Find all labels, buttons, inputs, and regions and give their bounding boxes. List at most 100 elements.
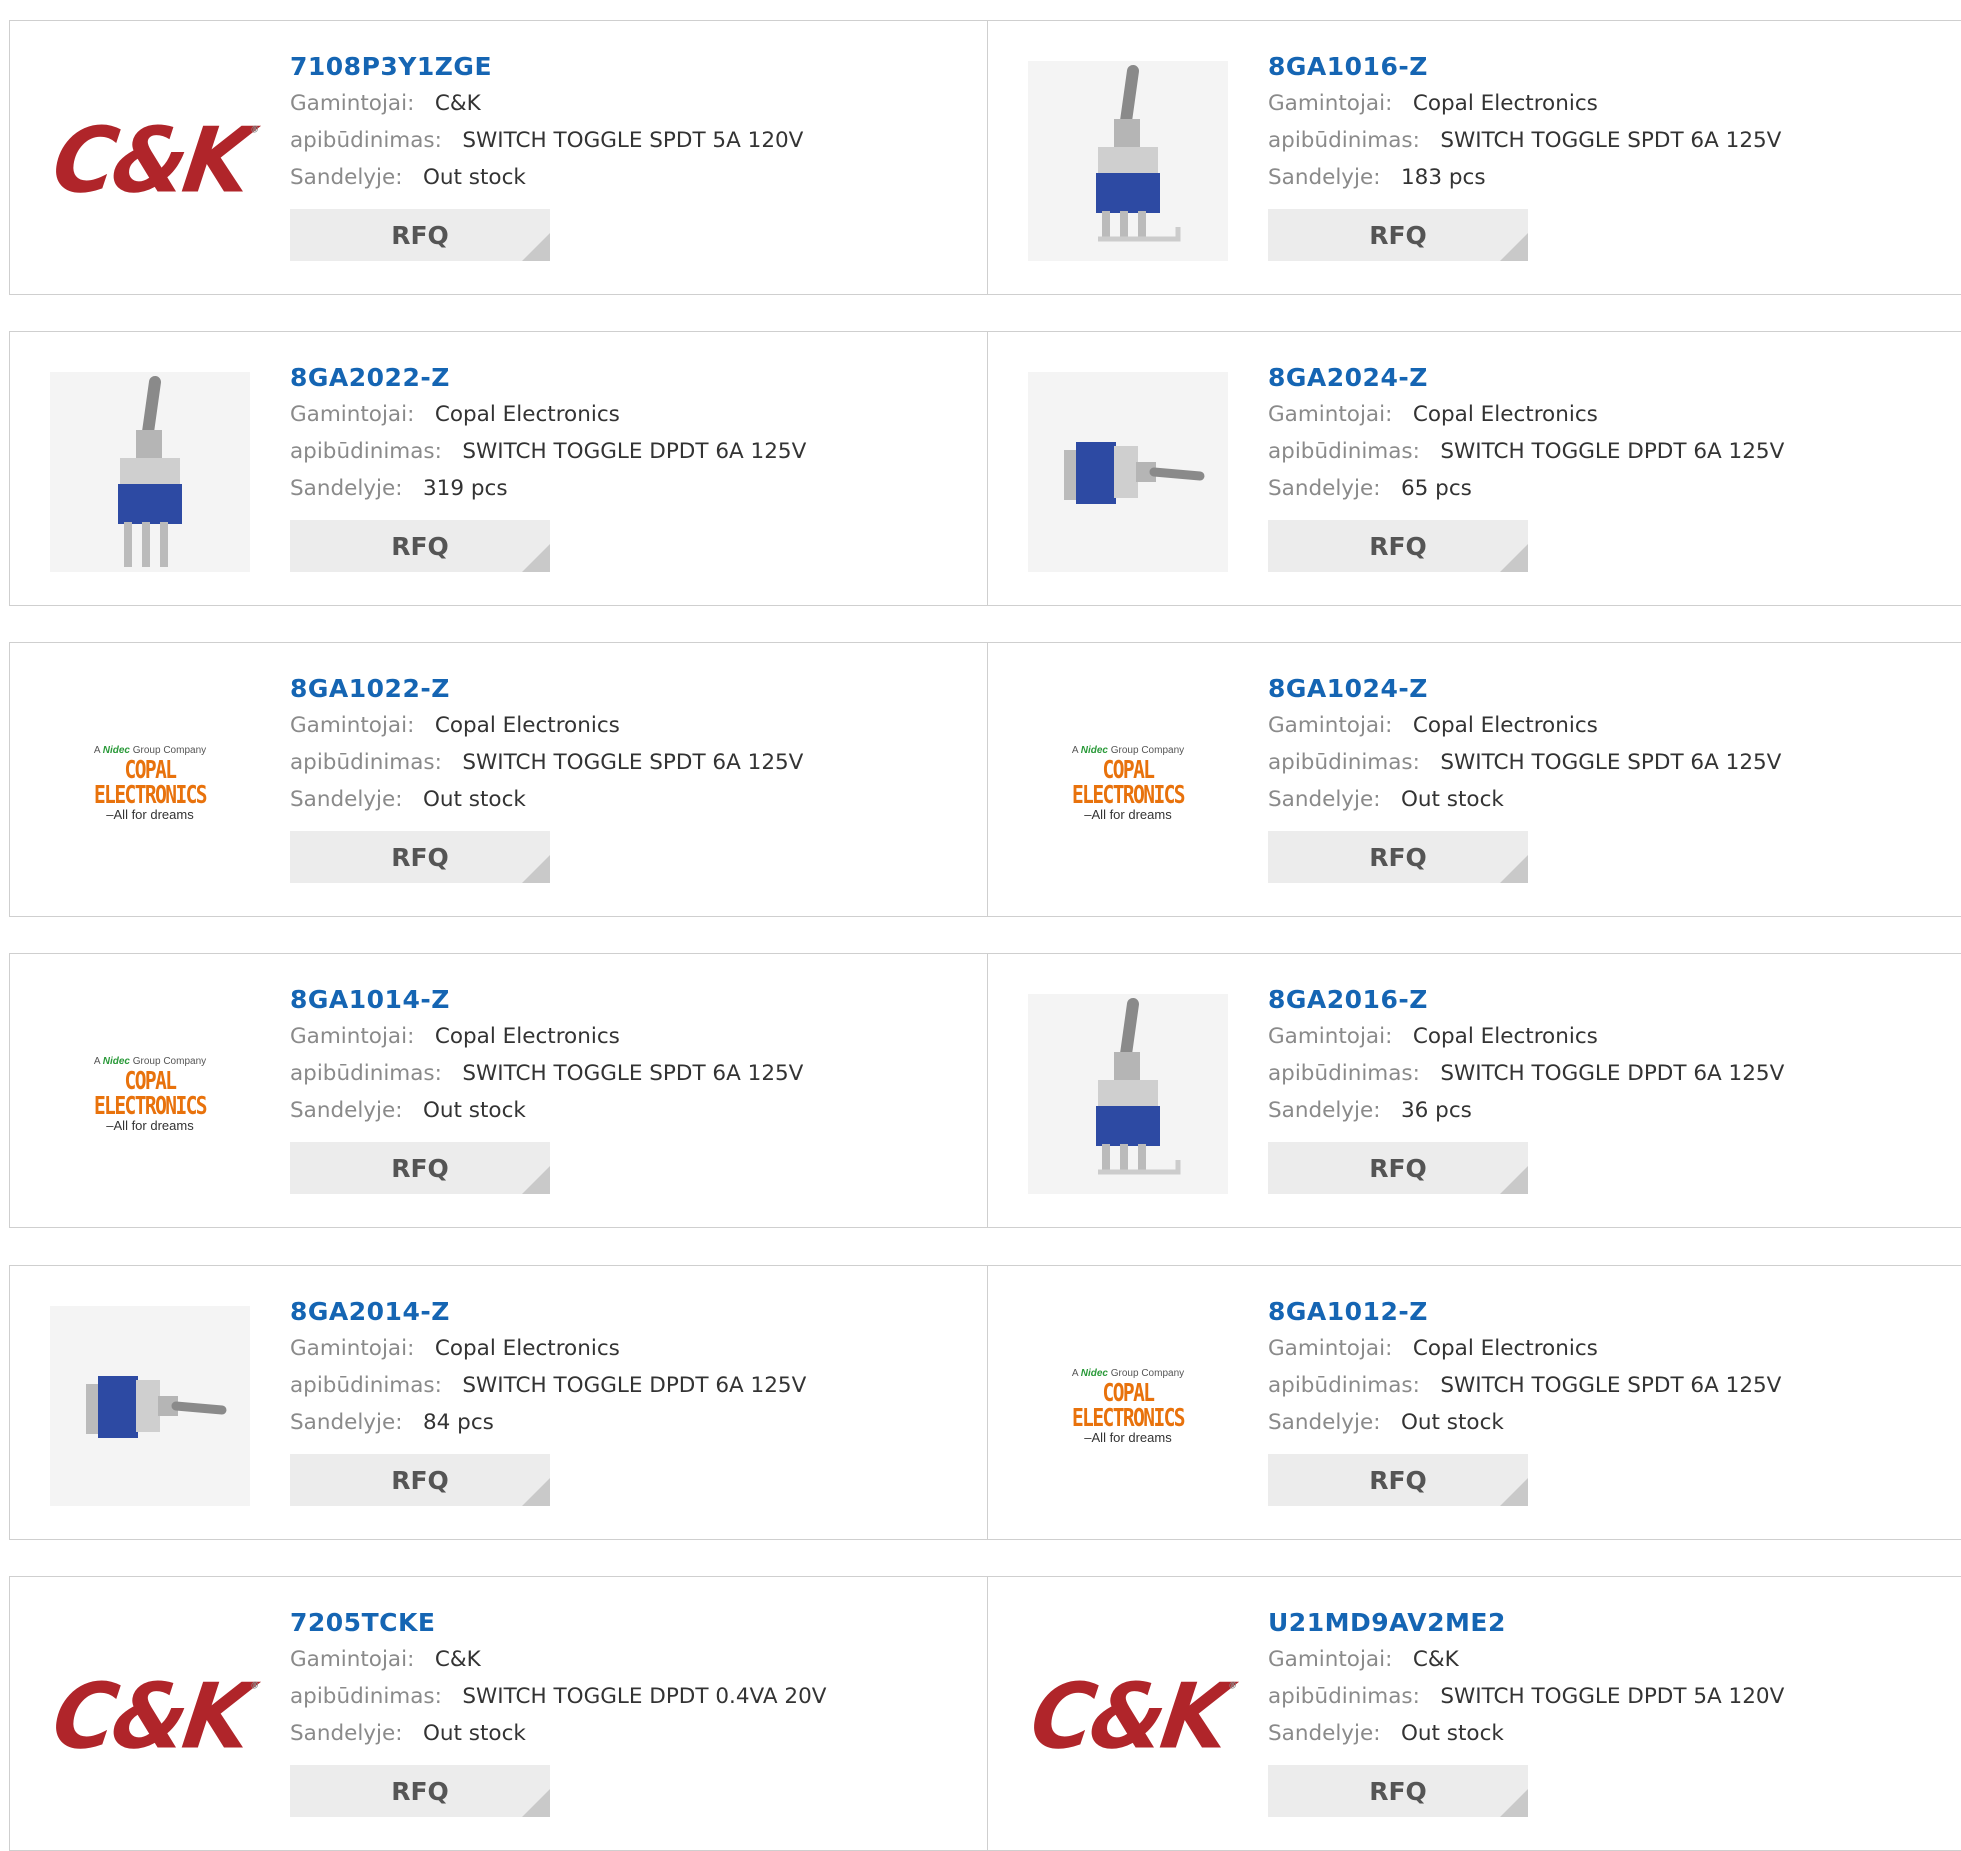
description-row: apibūdinimas: SWITCH TOGGLE DPDT 6A 125V bbox=[290, 433, 806, 470]
stock-row: Sandelyje: Out stock bbox=[1268, 1404, 1781, 1441]
copal-electronics-logo: A Nidec Group Company COPAL ELECTRONICS … bbox=[1071, 744, 1186, 822]
product-info: 8GA1016-Z Gamintojai: Copal Electronics … bbox=[1268, 49, 1781, 261]
manufacturer-label: Gamintojai: bbox=[290, 402, 415, 427]
product-image[interactable] bbox=[1028, 994, 1228, 1194]
rfq-label: RFQ bbox=[1369, 842, 1427, 872]
manufacturer-row: Gamintojai: Copal Electronics bbox=[1268, 1018, 1784, 1055]
description-label: apibūdinimas: bbox=[1268, 1061, 1420, 1086]
description-row: apibūdinimas: SWITCH TOGGLE SPDT 6A 125V bbox=[290, 744, 803, 781]
part-number-link[interactable]: 8GA1014-Z bbox=[290, 982, 803, 1018]
stock-label: Sandelyje: bbox=[290, 1410, 403, 1435]
corner-triangle-icon bbox=[1500, 855, 1528, 883]
product-thumbnail[interactable] bbox=[1028, 994, 1228, 1194]
product-thumbnail[interactable] bbox=[50, 372, 250, 572]
product-card: A Nidec Group Company COPAL ELECTRONICS … bbox=[988, 642, 1961, 917]
manufacturer-row: Gamintojai: C&K bbox=[1268, 1641, 1784, 1678]
description-value: SWITCH TOGGLE SPDT 6A 125V bbox=[1440, 128, 1782, 153]
corner-triangle-icon bbox=[522, 1789, 550, 1817]
product-thumbnail[interactable]: A Nidec Group Company COPAL ELECTRONICS … bbox=[50, 994, 250, 1194]
stock-row: Sandelyje: Out stock bbox=[1268, 1715, 1784, 1752]
product-thumbnail[interactable]: C&K ® bbox=[46, 1617, 259, 1817]
part-number-link[interactable]: 7205TCKE bbox=[290, 1605, 826, 1641]
part-number-link[interactable]: 8GA2024-Z bbox=[1268, 360, 1784, 396]
rfq-button[interactable]: RFQ bbox=[290, 1142, 550, 1194]
manufacturer-value: Copal Electronics bbox=[1412, 402, 1598, 427]
part-number-link[interactable]: U21MD9AV2ME2 bbox=[1268, 1605, 1784, 1641]
product-thumbnail[interactable] bbox=[1028, 61, 1228, 261]
part-number-link[interactable]: 8GA1016-Z bbox=[1268, 49, 1781, 85]
stock-row: Sandelyje: Out stock bbox=[1268, 781, 1781, 818]
manufacturer-row: Gamintojai: Copal Electronics bbox=[1268, 396, 1784, 433]
description-value: SWITCH TOGGLE SPDT 6A 125V bbox=[462, 1061, 804, 1086]
part-number-link[interactable]: 8GA1012-Z bbox=[1268, 1294, 1781, 1330]
rfq-button[interactable]: RFQ bbox=[290, 831, 550, 883]
rfq-button[interactable]: RFQ bbox=[1268, 831, 1528, 883]
stock-label: Sandelyje: bbox=[1268, 1721, 1381, 1746]
rfq-button[interactable]: RFQ bbox=[1268, 1142, 1528, 1194]
description-label: apibūdinimas: bbox=[290, 750, 442, 775]
part-number-link[interactable]: 8GA1024-Z bbox=[1268, 671, 1781, 707]
part-number-link[interactable]: 8GA2014-Z bbox=[290, 1294, 806, 1330]
stock-value: Out stock bbox=[1400, 787, 1504, 812]
rfq-button[interactable]: RFQ bbox=[290, 1454, 550, 1506]
stock-value: 36 pcs bbox=[1400, 1098, 1472, 1123]
rfq-button[interactable]: RFQ bbox=[1268, 1454, 1528, 1506]
rfq-button[interactable]: RFQ bbox=[1268, 1765, 1528, 1817]
product-info: 7205TCKE Gamintojai: C&K apibūdinimas: S… bbox=[290, 1605, 826, 1817]
product-card: 8GA2014-Z Gamintojai: Copal Electronics … bbox=[9, 1265, 988, 1540]
description-value: SWITCH TOGGLE DPDT 6A 125V bbox=[462, 1373, 807, 1398]
product-thumbnail[interactable]: C&K ® bbox=[1024, 1617, 1237, 1817]
description-value: SWITCH TOGGLE DPDT 6A 125V bbox=[1440, 1061, 1785, 1086]
description-label: apibūdinimas: bbox=[1268, 1684, 1420, 1709]
corner-triangle-icon bbox=[522, 233, 550, 261]
rfq-button[interactable]: RFQ bbox=[290, 209, 550, 261]
stock-value: 319 pcs bbox=[422, 476, 508, 501]
manufacturer-row: Gamintojai: Copal Electronics bbox=[1268, 707, 1781, 744]
product-card: C&K ® 7205TCKE Gamintojai: C&K apibūdinim… bbox=[9, 1576, 988, 1851]
product-image[interactable] bbox=[50, 1306, 250, 1506]
stock-value: 183 pcs bbox=[1400, 165, 1486, 190]
product-thumbnail[interactable]: C&K ® bbox=[46, 61, 259, 261]
description-value: SWITCH TOGGLE SPDT 6A 125V bbox=[462, 750, 804, 775]
part-number-link[interactable]: 8GA2022-Z bbox=[290, 360, 806, 396]
description-row: apibūdinimas: SWITCH TOGGLE SPDT 6A 125V bbox=[1268, 1367, 1781, 1404]
description-value: SWITCH TOGGLE DPDT 0.4VA 20V bbox=[462, 1684, 827, 1709]
product-image[interactable] bbox=[50, 372, 250, 572]
rfq-button[interactable]: RFQ bbox=[1268, 209, 1528, 261]
manufacturer-label: Gamintojai: bbox=[1268, 402, 1393, 427]
product-image[interactable] bbox=[1028, 61, 1228, 261]
stock-label: Sandelyje: bbox=[290, 476, 403, 501]
stock-label: Sandelyje: bbox=[290, 1098, 403, 1123]
rfq-button[interactable]: RFQ bbox=[290, 520, 550, 572]
product-image[interactable] bbox=[1028, 372, 1228, 572]
description-label: apibūdinimas: bbox=[1268, 128, 1420, 153]
product-info: 7108P3Y1ZGE Gamintojai: C&K apibūdinimas… bbox=[290, 49, 803, 261]
stock-row: Sandelyje: 84 pcs bbox=[290, 1404, 806, 1441]
stock-row: Sandelyje: 183 pcs bbox=[1268, 159, 1781, 196]
product-thumbnail[interactable] bbox=[1028, 372, 1228, 572]
product-thumbnail[interactable]: A Nidec Group Company COPAL ELECTRONICS … bbox=[1028, 1306, 1228, 1506]
stock-label: Sandelyje: bbox=[1268, 1410, 1381, 1435]
part-number-link[interactable]: 8GA1022-Z bbox=[290, 671, 803, 707]
product-thumbnail[interactable]: A Nidec Group Company COPAL ELECTRONICS … bbox=[1028, 683, 1228, 883]
product-info: 8GA1024-Z Gamintojai: Copal Electronics … bbox=[1268, 671, 1781, 883]
part-number-link[interactable]: 8GA2016-Z bbox=[1268, 982, 1784, 1018]
part-number-link[interactable]: 7108P3Y1ZGE bbox=[290, 49, 803, 85]
rfq-button[interactable]: RFQ bbox=[290, 1765, 550, 1817]
manufacturer-label: Gamintojai: bbox=[1268, 1647, 1393, 1672]
product-info: 8GA2022-Z Gamintojai: Copal Electronics … bbox=[290, 360, 806, 572]
product-card: 8GA2022-Z Gamintojai: Copal Electronics … bbox=[9, 331, 988, 606]
product-card: 8GA2016-Z Gamintojai: Copal Electronics … bbox=[988, 953, 1961, 1228]
stock-value: Out stock bbox=[422, 165, 526, 190]
product-thumbnail[interactable]: A Nidec Group Company COPAL ELECTRONICS … bbox=[50, 683, 250, 883]
product-info: U21MD9AV2ME2 Gamintojai: C&K apibūdinima… bbox=[1268, 1605, 1784, 1817]
manufacturer-value: C&K bbox=[1412, 1647, 1459, 1672]
rfq-label: RFQ bbox=[1369, 1776, 1427, 1806]
product-thumbnail[interactable] bbox=[50, 1306, 250, 1506]
manufacturer-value: Copal Electronics bbox=[1412, 713, 1598, 738]
manufacturer-row: Gamintojai: C&K bbox=[290, 1641, 826, 1678]
rfq-button[interactable]: RFQ bbox=[1268, 520, 1528, 572]
ck-logo: C&K ® bbox=[46, 1664, 260, 1770]
manufacturer-row: Gamintojai: Copal Electronics bbox=[1268, 85, 1781, 122]
product-card: 8GA2024-Z Gamintojai: Copal Electronics … bbox=[988, 331, 1961, 606]
